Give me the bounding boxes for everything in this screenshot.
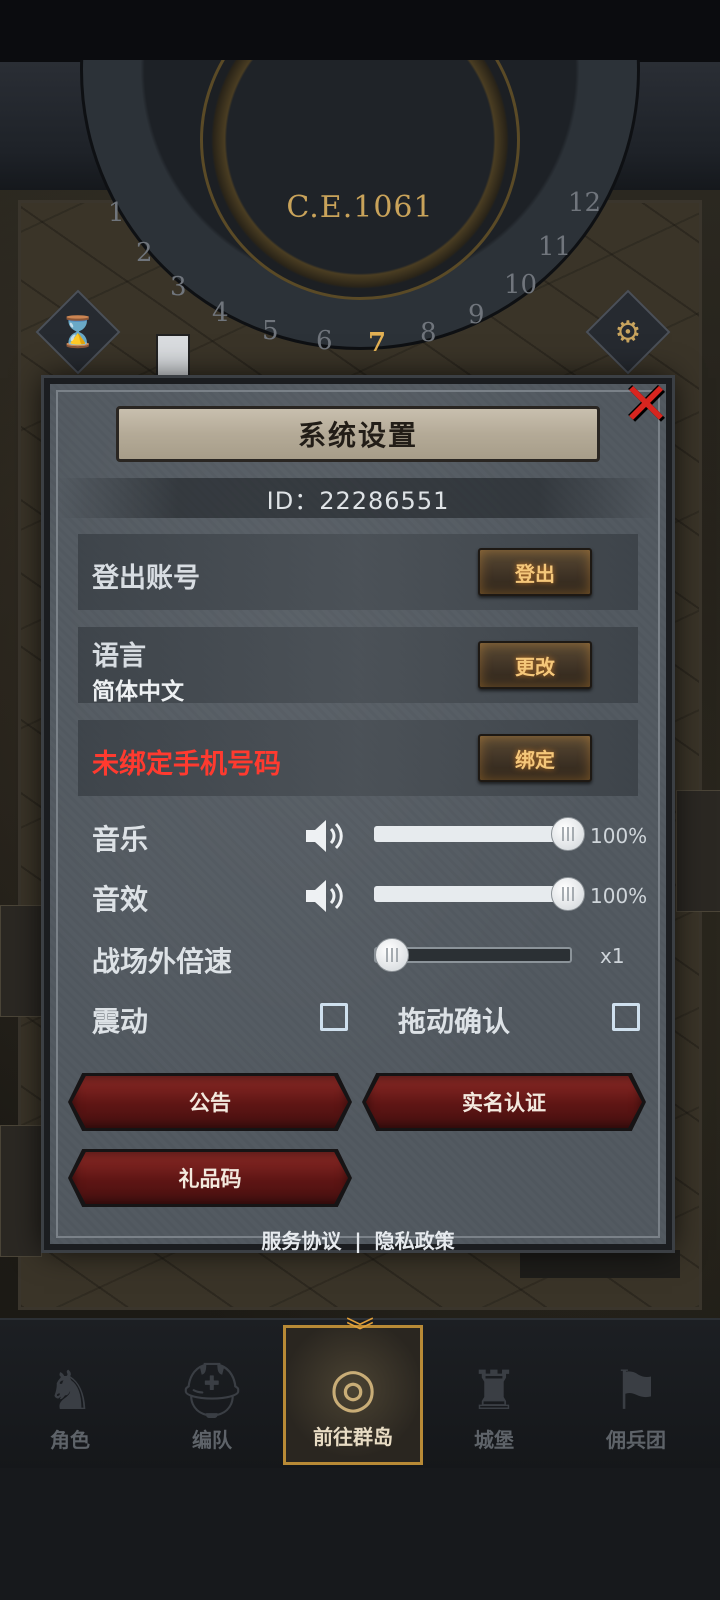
music-slider-handle[interactable]: [551, 817, 585, 851]
footer-links: 服务协议 | 隐私政策: [44, 1225, 672, 1254]
speed-label: 战场外倍速: [92, 945, 233, 978]
resource-bar: [520, 1250, 680, 1278]
dial-number-active: 7: [368, 328, 387, 358]
speaker-icon[interactable]: [304, 876, 348, 916]
speaker-icon[interactable]: [304, 816, 348, 856]
helmet-icon: ⛑: [177, 1359, 247, 1422]
hourglass-icon: ⌛: [59, 314, 97, 350]
music-percent: 100%: [590, 824, 648, 848]
gift-code-button[interactable]: 礼品码: [72, 1152, 348, 1204]
nav-label: 角色: [50, 1428, 90, 1452]
dial-number: 2: [136, 238, 153, 268]
change-language-button[interactable]: 更改: [478, 641, 592, 689]
sfx-percent: 100%: [590, 884, 648, 908]
nav-item-castle[interactable]: ♜ 城堡: [424, 1325, 564, 1465]
nav-item-formation[interactable]: ⛑ 编队: [142, 1325, 282, 1465]
language-label: 语言: [92, 641, 146, 672]
year-label: C.E.1061: [286, 190, 434, 225]
sfx-slider-handle[interactable]: [551, 877, 585, 911]
music-slider-fill: [374, 826, 572, 842]
banner-icon: ⚑: [611, 1359, 661, 1422]
side-right-panel[interactable]: [676, 790, 720, 912]
settings-button[interactable]: ⚙: [585, 289, 671, 375]
nav-item-character[interactable]: ♞ 角色: [0, 1325, 140, 1465]
dial-number: 9: [468, 300, 485, 330]
globe-icon: ◎: [329, 1356, 377, 1419]
music-label: 音乐: [92, 823, 149, 856]
hourglass-button[interactable]: ⌛: [35, 289, 121, 375]
bind-phone-button[interactable]: 绑定: [478, 734, 592, 782]
footer-separator: |: [354, 1229, 362, 1253]
nav-item-mercenaries[interactable]: ⚑ 佣兵团: [566, 1325, 706, 1465]
close-button[interactable]: ✕: [618, 370, 674, 438]
side-scroll-icon[interactable]: [0, 905, 42, 1017]
nav-label: 编队: [192, 1428, 232, 1452]
sfx-slider-fill: [374, 886, 572, 902]
dial-number: 10: [504, 270, 538, 300]
dial-number: 3: [170, 272, 187, 302]
nav-label: 前往群岛: [313, 1425, 393, 1449]
drag-confirm-checkbox[interactable]: [612, 1003, 640, 1031]
privacy-policy-link[interactable]: 隐私政策: [375, 1229, 455, 1253]
speed-value: x1: [600, 944, 625, 968]
speed-slider-handle[interactable]: [375, 938, 409, 972]
logout-button[interactable]: 登出: [478, 548, 592, 596]
user-id: ID：22286551: [266, 486, 450, 515]
gear-icon: ⚙: [614, 314, 642, 350]
status-bar-area: [0, 0, 720, 62]
real-name-verify-button[interactable]: 实名认证: [366, 1076, 642, 1128]
language-value: 简体中文: [92, 679, 184, 705]
logout-label: 登出账号: [92, 563, 200, 594]
dial-number: 6: [316, 326, 333, 356]
dialog-title: 系统设置: [116, 406, 600, 462]
vibrate-checkbox[interactable]: [320, 1003, 348, 1031]
knight-icon: ♞: [45, 1359, 95, 1422]
castle-icon: ♜: [469, 1359, 519, 1422]
dial-number: 11: [538, 232, 572, 262]
phone-unbound-label: 未绑定手机号码: [92, 749, 281, 780]
nav-label: 城堡: [474, 1428, 514, 1452]
terms-of-service-link[interactable]: 服务协议: [261, 1229, 341, 1253]
user-id-band: ID：22286551: [58, 478, 658, 518]
announcement-button[interactable]: 公告: [72, 1076, 348, 1128]
drag-confirm-label: 拖动确认: [398, 1005, 511, 1038]
dial-number: 5: [262, 316, 279, 346]
dial-number: 8: [420, 318, 437, 348]
side-quest-panel[interactable]: [0, 1125, 42, 1257]
chevron-down-icon: ︾: [345, 1315, 374, 1348]
nav-label: 佣兵团: [606, 1428, 666, 1452]
sfx-label: 音效: [92, 883, 149, 916]
vibrate-label: 震动: [92, 1005, 149, 1038]
dial-number: 4: [212, 298, 229, 328]
scroll-marker: [156, 334, 190, 384]
close-icon: ✕: [621, 370, 671, 438]
